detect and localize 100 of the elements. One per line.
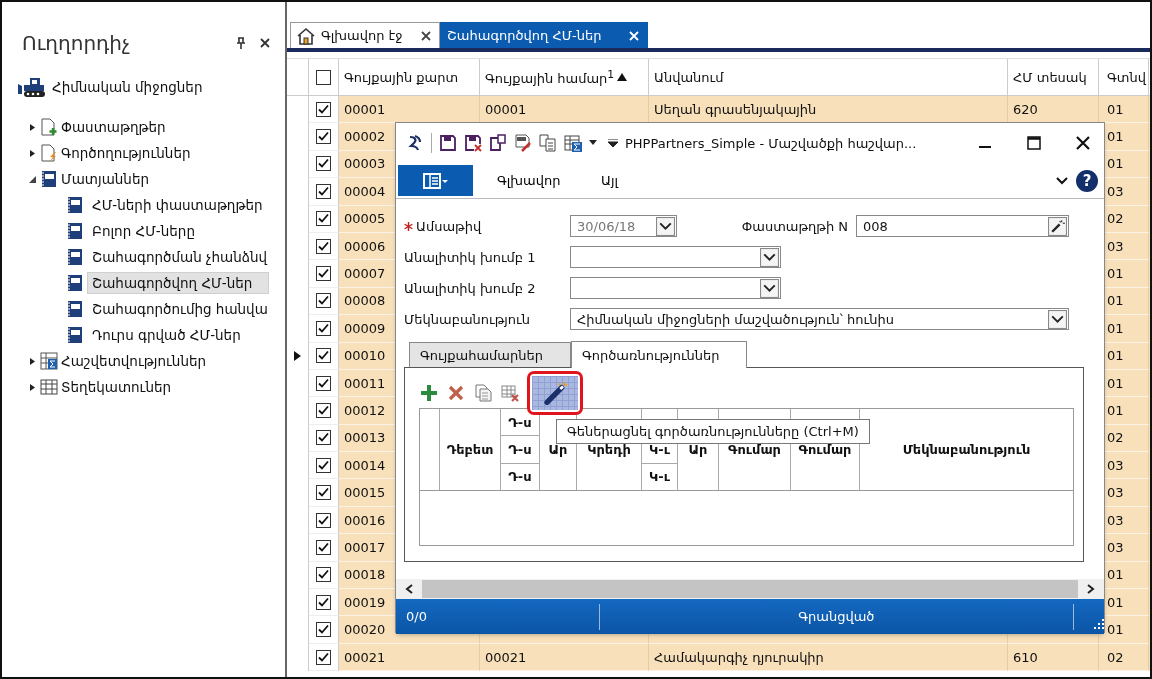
table-cell: Սեղան գրասենյակային	[654, 101, 817, 117]
checkbox[interactable]	[316, 649, 331, 665]
checkbox[interactable]	[316, 512, 331, 528]
dropdown-button[interactable]	[1048, 309, 1067, 329]
tree-arrow-icon[interactable]	[28, 122, 37, 132]
tab[interactable]: Գույքահամարներ	[409, 342, 571, 367]
close-icon[interactable]	[1076, 136, 1090, 150]
tree-item[interactable]: Փաստաթղթեր	[61, 119, 166, 135]
checkbox[interactable]	[316, 403, 331, 418]
table-cell: 00001	[485, 101, 527, 117]
column-header[interactable]: Գույքային համար$^{1}$	[485, 67, 615, 87]
save-close-icon[interactable]	[464, 134, 482, 152]
maximize-icon[interactable]	[1027, 136, 1041, 150]
save-icon[interactable]	[439, 134, 457, 152]
field-label: Մեկնաբանություն	[404, 311, 531, 327]
app-logo-icon[interactable]	[406, 134, 424, 152]
table-cell: 02	[1107, 430, 1124, 446]
tree-arrow-icon[interactable]	[28, 382, 37, 392]
tab[interactable]: Գործառնություններ	[571, 341, 747, 368]
dropdown-field[interactable]	[570, 277, 781, 299]
checkbox[interactable]	[316, 622, 331, 638]
dropdown-button[interactable]	[760, 278, 779, 298]
document-lightning-icon	[40, 144, 58, 162]
tab[interactable]: Շահագործվող ՀՄ-ներ	[440, 22, 648, 48]
save-new-icon[interactable]	[489, 134, 507, 152]
checkbox[interactable]	[316, 539, 331, 555]
checkbox[interactable]	[316, 430, 331, 446]
copy-document-icon[interactable]	[539, 134, 557, 152]
checkbox[interactable]	[316, 129, 331, 145]
checkbox[interactable]	[316, 293, 331, 309]
tree-item[interactable]: Տեղեկատուներ	[61, 379, 172, 395]
checkbox[interactable]	[316, 69, 331, 85]
checkbox[interactable]	[316, 238, 331, 254]
checkbox[interactable]	[316, 183, 331, 199]
tree-item[interactable]: Շահագործումից հանվա	[87, 298, 273, 320]
table-cell: 00021	[344, 649, 386, 665]
tree-item[interactable]: Շահագործման չհանձնվ	[87, 246, 273, 268]
column-header[interactable]: Գտնվ	[1107, 69, 1146, 85]
column-header[interactable]: ՀՄ տեսակ	[1013, 69, 1087, 85]
dropdown-button[interactable]	[760, 247, 779, 267]
checkbox[interactable]	[316, 567, 331, 583]
table-cell: 01	[1107, 375, 1124, 391]
journal-icon	[66, 196, 84, 214]
wand-button[interactable]	[1048, 216, 1067, 236]
input-field[interactable]: 008	[856, 215, 1069, 237]
tree-item[interactable]: Դուրս գրված ՀՄ-ներ	[87, 324, 246, 346]
tree-arrow-icon[interactable]	[28, 356, 37, 366]
cross-icon[interactable]	[447, 384, 465, 402]
checkbox[interactable]	[316, 320, 331, 336]
checkbox[interactable]	[316, 485, 331, 501]
tree-item[interactable]: Մատյաններ	[61, 171, 150, 187]
tree-arrow-icon[interactable]	[28, 174, 37, 184]
panel-menu-icon[interactable]	[422, 171, 449, 190]
table-sum-icon[interactable]	[564, 134, 582, 152]
table-cell: Համակարգիչ դյուրակիր	[654, 649, 824, 665]
checkbox[interactable]	[316, 457, 331, 473]
pin-icon[interactable]	[235, 37, 247, 49]
scrollbar-thumb[interactable]	[422, 580, 1078, 598]
close-icon[interactable]	[421, 30, 431, 41]
tree-item[interactable]: Շահագործվող ՀՄ-ներ	[87, 272, 269, 294]
tree-root-label[interactable]: Հիմնական միջոցներ	[52, 79, 203, 95]
tree-arrow-icon[interactable]	[28, 148, 37, 158]
tree-item[interactable]: ՀՄ-ների փաստաթղթեր	[87, 194, 268, 216]
checkbox[interactable]	[316, 266, 331, 282]
help-button[interactable]: ?	[1076, 169, 1098, 192]
checkbox[interactable]	[316, 594, 331, 610]
scroll-right-icon[interactable]	[1087, 584, 1095, 594]
column-header[interactable]: Անվանում	[654, 69, 724, 85]
table-cell: 00003	[344, 156, 386, 172]
checkbox[interactable]	[316, 348, 331, 364]
table-row[interactable]: 00001 00001 Սեղան գրասենյակային 620 01	[287, 96, 1150, 124]
tree-item[interactable]: Գործողություններ	[61, 145, 191, 161]
close-icon[interactable]	[259, 37, 271, 49]
scroll-left-icon[interactable]	[405, 584, 413, 594]
checkbox[interactable]	[316, 375, 331, 391]
ribbon-menu-button[interactable]	[398, 165, 473, 196]
grid-cross-icon[interactable]	[501, 384, 519, 402]
table-cell: 00014	[344, 457, 386, 473]
menu-caret-icon[interactable]	[608, 139, 618, 147]
plus-icon[interactable]	[420, 384, 438, 402]
table-row[interactable]: 00021 00021 Համակարգիչ դյուրակիր 610 02	[287, 643, 1150, 672]
column-header[interactable]: Գույքային քարտ	[344, 69, 459, 85]
tree-item[interactable]: Հաշվետվություններ	[61, 353, 207, 369]
tree-item[interactable]: Բոլոր ՀՄ-ները	[87, 220, 200, 242]
resize-grip-icon[interactable]	[1094, 618, 1104, 629]
tab[interactable]: Գլխավոր էջ	[290, 22, 440, 48]
copy-icon[interactable]	[474, 384, 492, 402]
document-edit-icon[interactable]	[514, 134, 532, 152]
field-label: Անալիտիկ խումբ 2	[404, 280, 537, 296]
journal-icon	[66, 300, 84, 318]
checkbox[interactable]	[316, 101, 331, 117]
ribbon-tab[interactable]: Գլխավոր	[497, 173, 577, 188]
dropdown-field[interactable]: Հիմնական միջոցների մաշվածություն՝ հունիս	[570, 308, 1069, 330]
chevron-down-icon[interactable]	[1056, 176, 1068, 185]
dropdown-caret-icon[interactable]	[589, 140, 597, 146]
dropdown-field[interactable]	[570, 246, 781, 268]
ribbon-tab[interactable]: Այլ	[601, 173, 681, 188]
checkbox[interactable]	[316, 211, 331, 227]
checkbox[interactable]	[316, 156, 331, 172]
wand-icon[interactable]	[543, 381, 567, 405]
